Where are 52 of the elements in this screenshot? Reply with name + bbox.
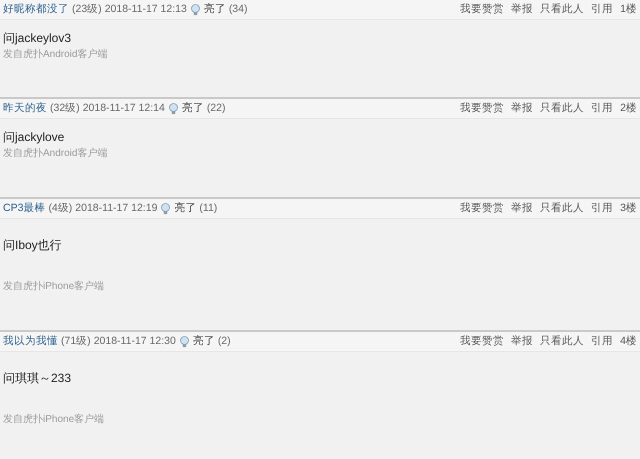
lightbulb-icon <box>178 336 190 348</box>
post-content: 问jackeylov3 <box>3 30 72 46</box>
light-button[interactable]: 亮了 <box>190 2 226 18</box>
post-action-link[interactable]: 我要赞赏 <box>460 334 504 350</box>
floor-number: 4楼 <box>620 334 637 349</box>
post-content: 问琪琪～233 <box>3 370 72 386</box>
user-level: (23级) <box>72 2 102 17</box>
floor-number: 2楼 <box>620 100 637 116</box>
post-action-link[interactable]: 引用 <box>591 100 614 116</box>
post-time: 2018-11-17 12:14 <box>82 100 165 116</box>
floor-number: 1楼 <box>620 2 637 17</box>
post-action-link[interactable]: 举报 <box>511 100 534 116</box>
post-content: 问Iboy也行 <box>3 237 63 253</box>
light-button[interactable]: 亮了 <box>168 100 204 116</box>
post-time: 2018-11-17 12:19 <box>75 200 158 216</box>
post-source: 发自虎扑iPhone客户端 <box>3 413 106 427</box>
post-time: 2018-11-17 12:30 <box>94 334 176 349</box>
light-count: (2) <box>218 334 231 349</box>
post-action-link[interactable]: 我要赞赏 <box>460 2 504 18</box>
post-action-link[interactable]: 只看此人 <box>540 334 584 350</box>
floor-number: 3楼 <box>620 200 637 216</box>
user-level: (32级) <box>50 100 80 116</box>
post-action-link[interactable]: 我要赞赏 <box>460 200 504 216</box>
username-link[interactable]: CP3最棒 <box>3 200 46 216</box>
lightbulb-icon <box>190 4 201 16</box>
light-count: (11) <box>199 200 218 216</box>
post-action-link[interactable]: 我要赞赏 <box>460 100 504 116</box>
post-content: 问jackylove <box>3 129 66 145</box>
post-action-link[interactable]: 举报 <box>511 200 534 216</box>
lightbulb-icon <box>168 102 179 114</box>
post-action-link[interactable]: 只看此人 <box>540 2 584 18</box>
post-action-link[interactable]: 举报 <box>511 334 534 350</box>
user-level: (4级) <box>48 200 72 216</box>
light-count: (34) <box>228 2 248 17</box>
lightbulb-icon <box>160 202 172 214</box>
light-count: (22) <box>206 100 226 116</box>
post-action-link[interactable]: 引用 <box>591 200 614 216</box>
light-button[interactable]: 亮了 <box>178 334 215 350</box>
post-source: 发自虎扑Android客户端 <box>3 48 108 62</box>
username-link[interactable]: 昨天的夜 <box>3 100 47 116</box>
username-link[interactable]: 我以为我懂 <box>3 334 58 350</box>
post-action-link[interactable]: 只看此人 <box>540 100 584 116</box>
post-action-link[interactable]: 引用 <box>591 334 614 350</box>
user-level: (71级) <box>61 334 91 349</box>
post-source: 发自虎扑Android客户端 <box>3 147 108 161</box>
post-action-link[interactable]: 引用 <box>591 2 614 18</box>
light-button[interactable]: 亮了 <box>160 200 196 216</box>
post-source: 发自虎扑iPhone客户端 <box>3 280 106 294</box>
post-action-link[interactable]: 只看此人 <box>540 200 584 216</box>
username-link[interactable]: 好昵称都没了 <box>3 2 69 18</box>
post-time: 2018-11-17 12:13 <box>104 2 187 17</box>
post-action-link[interactable]: 举报 <box>511 2 534 18</box>
